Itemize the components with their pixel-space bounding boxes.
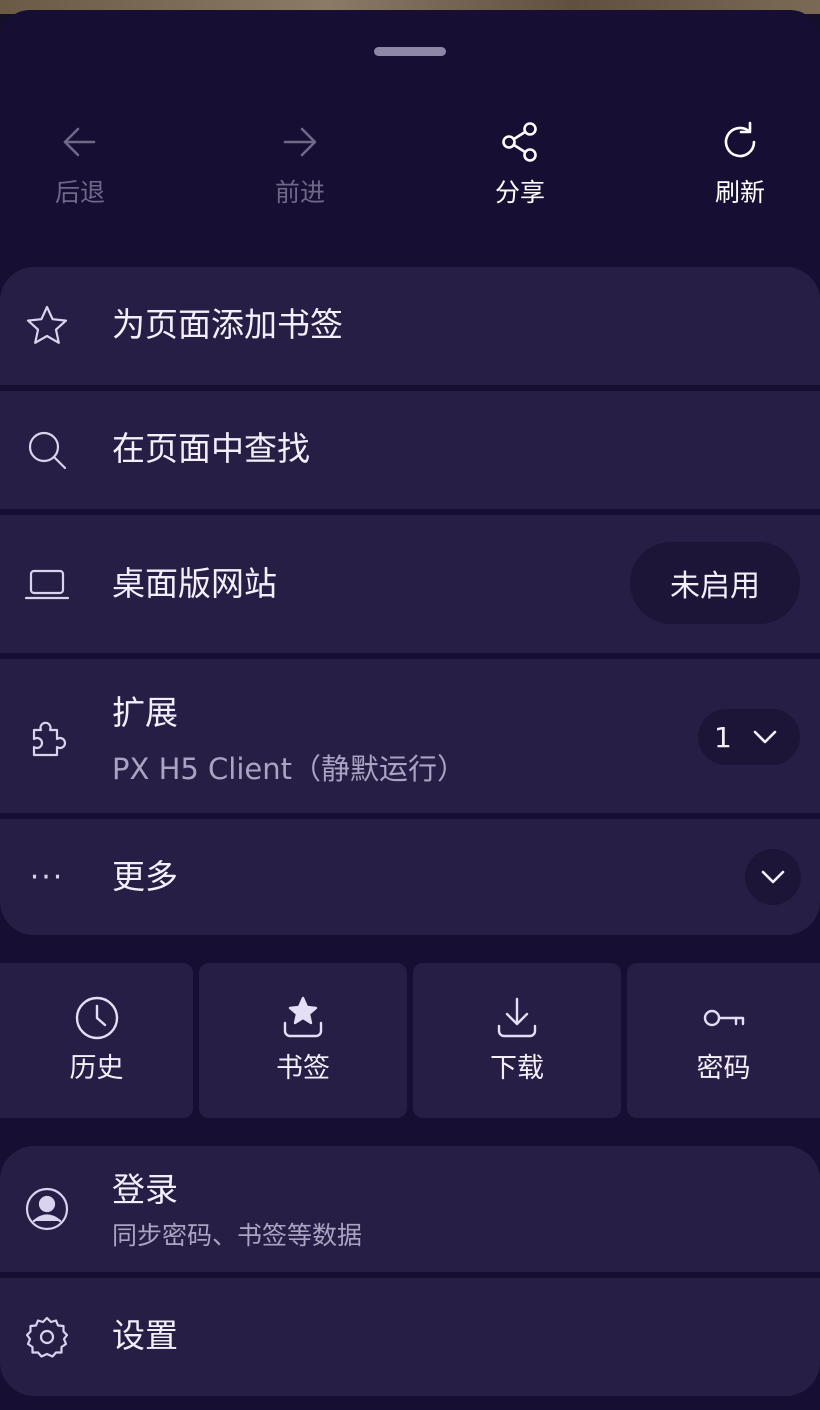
more-dots-icon: ··· — [29, 859, 65, 895]
back-button[interactable]: 后退 — [0, 118, 160, 228]
back-label: 后退 — [54, 178, 105, 207]
main-menu-group: 为页面添加书签 在页面中查找 桌面版网站 未启用 扩展 PX H5 Client… — [0, 267, 820, 935]
chevron-down-icon — [753, 730, 777, 744]
find-in-page-item[interactable]: 在页面中查找 — [0, 391, 820, 509]
find-in-page-label: 在页面中查找 — [112, 429, 310, 468]
browser-menu-sheet: 后退 前进 分享 刷新 为页面添加书签 在页面中查找 桌面版网站 未启用 扩展 … — [0, 10, 820, 1410]
more-label: 更多 — [112, 857, 178, 896]
bookmark-star-icon — [283, 996, 323, 1038]
sign-in-item[interactable]: 登录 同步密码、书签等数据 — [0, 1146, 820, 1272]
puzzle-icon — [22, 712, 72, 762]
extensions-label: 扩展 — [112, 693, 178, 732]
share-button[interactable]: 分享 — [440, 118, 600, 228]
sign-in-label: 登录 — [112, 1170, 178, 1209]
quick-access-tiles: 历史 书签 下载 密码 — [0, 963, 820, 1118]
more-expand-button[interactable] — [745, 849, 801, 905]
desktop-site-status-toggle[interactable]: 未启用 — [630, 542, 800, 624]
bookmarks-tile[interactable]: 书签 — [199, 963, 407, 1118]
search-icon — [22, 425, 72, 475]
laptop-icon — [22, 559, 72, 609]
history-label: 历史 — [69, 1053, 124, 1084]
forward-label: 前进 — [274, 178, 325, 207]
refresh-button[interactable]: 刷新 — [660, 118, 820, 228]
download-icon — [497, 997, 537, 1038]
arrow-right-icon — [283, 127, 317, 157]
settings-item[interactable]: 设置 — [0, 1278, 820, 1396]
extensions-subtitle: PX H5 Client（静默运行） — [112, 752, 467, 786]
share-icon — [502, 122, 537, 162]
extensions-item[interactable]: 扩展 PX H5 Client（静默运行） 1 — [0, 659, 820, 813]
refresh-icon — [724, 121, 756, 158]
extensions-count: 1 — [714, 720, 732, 754]
bookmarks-label: 书签 — [276, 1053, 330, 1084]
chevron-down-icon — [761, 870, 785, 884]
gear-icon — [22, 1312, 72, 1362]
clock-icon — [75, 996, 118, 1040]
share-label: 分享 — [494, 178, 545, 207]
passwords-tile[interactable]: 密码 — [627, 963, 820, 1118]
downloads-label: 下载 — [490, 1053, 544, 1084]
desktop-site-item[interactable]: 桌面版网站 未启用 — [0, 515, 820, 653]
account-group: 登录 同步密码、书签等数据 设置 — [0, 1146, 820, 1396]
add-bookmark-item[interactable]: 为页面添加书签 — [0, 267, 820, 385]
more-item[interactable]: ··· 更多 — [0, 819, 820, 935]
arrow-left-icon — [63, 127, 96, 157]
key-icon — [703, 1009, 744, 1027]
desktop-site-label: 桌面版网站 — [112, 564, 277, 603]
account-circle-icon — [22, 1184, 72, 1234]
downloads-tile[interactable]: 下载 — [413, 963, 621, 1118]
settings-label: 设置 — [112, 1316, 178, 1355]
add-bookmark-label: 为页面添加书签 — [112, 305, 343, 344]
refresh-label: 刷新 — [714, 178, 765, 207]
star-outline-icon — [22, 301, 72, 351]
forward-button[interactable]: 前进 — [220, 118, 380, 228]
history-tile[interactable]: 历史 — [0, 963, 193, 1118]
passwords-label: 密码 — [696, 1053, 751, 1084]
sign-in-subtitle: 同步密码、书签等数据 — [112, 1221, 363, 1250]
extensions-count-dropdown[interactable]: 1 — [698, 709, 800, 765]
drag-handle[interactable] — [374, 47, 446, 56]
